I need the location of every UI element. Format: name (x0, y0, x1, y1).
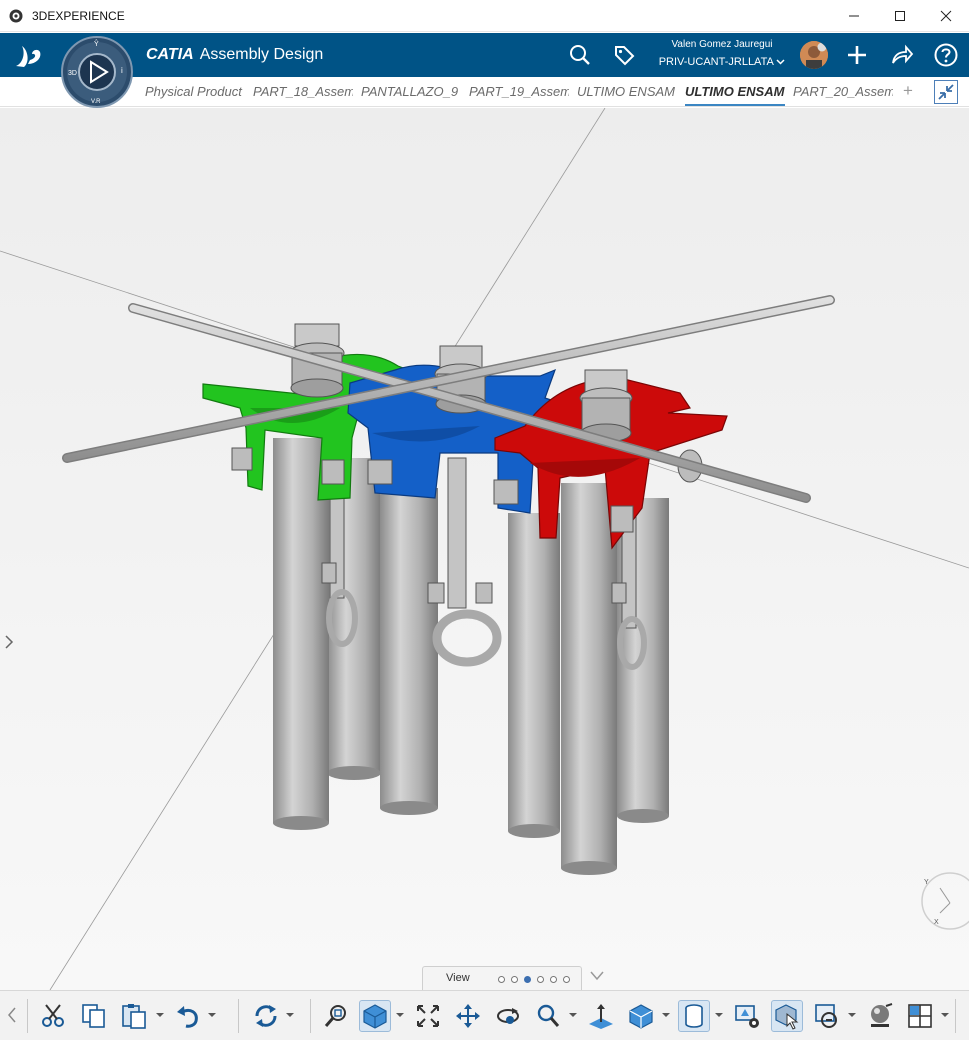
separator (955, 999, 956, 1033)
pan-icon[interactable] (452, 1000, 484, 1032)
section-dot-1[interactable] (498, 976, 505, 983)
compass-top-label: Ŷ (94, 39, 99, 48)
chevron-left-icon[interactable] (6, 1005, 18, 1025)
tab-part-19[interactable]: PART_19_Assem (469, 77, 569, 107)
zoom-icon[interactable] (532, 1000, 564, 1032)
window-title: 3DEXPERIENCE (32, 9, 125, 23)
chevron-down-icon[interactable] (662, 1011, 670, 1019)
help-icon[interactable] (932, 41, 960, 69)
minimize-button[interactable] (831, 0, 877, 32)
chevron-down-icon[interactable] (590, 970, 604, 982)
avatar[interactable] (800, 41, 828, 69)
view-section-selector[interactable]: View (422, 966, 582, 990)
assembly-model[interactable]: Y X (0, 108, 969, 990)
app-brand: CATIA (146, 46, 194, 63)
undo-icon[interactable] (172, 1000, 204, 1032)
material-icon[interactable] (864, 1000, 896, 1032)
compass-bottom-label: V.R (91, 99, 101, 105)
zoom-area-icon[interactable] (320, 1000, 352, 1032)
rotate-icon[interactable] (492, 1000, 524, 1032)
section-dot-5[interactable] (550, 976, 557, 983)
chevron-right-icon[interactable] (3, 632, 15, 652)
axis-y-label: Y (924, 879, 929, 886)
chevron-down-icon[interactable] (941, 1011, 949, 1019)
tab-bar: Physical Product PART_18_Assem PANTALLAZ… (0, 77, 969, 107)
tag-icon[interactable] (610, 41, 638, 69)
compass-3d-label: 3D (68, 70, 77, 77)
collapse-icon[interactable] (934, 80, 958, 104)
window-titlebar: 3DEXPERIENCE (0, 0, 969, 32)
axis-x-label: X (934, 919, 939, 926)
tab-pantallazo-9[interactable]: PANTALLAZO_9 (361, 77, 461, 107)
chevron-down-icon[interactable] (286, 1011, 294, 1019)
app-title: CATIA Assembly Design (146, 46, 323, 64)
tab-ultimo-ensam-active[interactable]: ULTIMO ENSAM (685, 77, 785, 107)
chevron-down-icon[interactable] (208, 1011, 216, 1019)
tenant-selector[interactable]: PRIV-UCANT-JRLLATA (652, 55, 792, 69)
split-view-icon[interactable] (904, 1000, 936, 1032)
section-icon[interactable] (811, 1000, 843, 1032)
copy-icon[interactable] (78, 1000, 110, 1032)
app-header: CATIA Assembly Design Valen Gomez Jauregu… (0, 33, 969, 77)
section-dot-3[interactable] (524, 976, 531, 983)
chevron-down-icon[interactable] (569, 1011, 577, 1019)
cut-icon[interactable] (37, 1000, 69, 1032)
share-icon[interactable] (888, 41, 916, 69)
separator (238, 999, 239, 1033)
compass-right-label: i (121, 66, 123, 75)
select-3d-icon[interactable] (771, 1000, 803, 1032)
paste-icon[interactable] (118, 1000, 150, 1032)
app-icon (9, 9, 23, 23)
tab-physical-product[interactable]: Physical Product (145, 77, 245, 107)
3d-viewport[interactable]: Y X (0, 108, 969, 990)
chevron-down-icon[interactable] (715, 1011, 723, 1019)
tab-part-18[interactable]: PART_18_Assem (253, 77, 353, 107)
app-name: Assembly Design (199, 46, 324, 63)
axis-compass[interactable]: Y X (921, 872, 969, 930)
add-icon[interactable] (843, 41, 871, 69)
view-mode-icon[interactable] (359, 1000, 391, 1032)
render-settings-icon[interactable] (731, 1000, 763, 1032)
search-icon[interactable] (566, 41, 594, 69)
separator (27, 999, 28, 1033)
normal-view-icon[interactable] (585, 1000, 617, 1032)
shading-icon[interactable] (625, 1000, 657, 1032)
tab-part-20[interactable]: PART_20_Assem (793, 77, 893, 107)
section-dot-4[interactable] (537, 976, 544, 983)
maximize-button[interactable] (877, 0, 923, 32)
chevron-down-icon[interactable] (396, 1011, 404, 1019)
fit-all-icon[interactable] (412, 1000, 444, 1032)
view-section-label: View (446, 972, 470, 984)
tab-ultimo-ensam-1[interactable]: ULTIMO ENSAM (577, 77, 677, 107)
add-tab-button[interactable]: + (903, 81, 913, 101)
compass-widget[interactable]: 3D Ŷ i V.R (60, 36, 134, 108)
user-block[interactable]: Valen Gomez Jauregui PRIV-UCANT-JRLLATA (652, 39, 792, 69)
tenant-name: PRIV-UCANT-JRLLATA (658, 56, 774, 68)
section-dot-2[interactable] (511, 976, 518, 983)
user-name: Valen Gomez Jauregui (671, 39, 773, 50)
section-dot-6[interactable] (563, 976, 570, 983)
update-icon[interactable] (250, 1000, 282, 1032)
chevron-down-icon[interactable] (848, 1011, 856, 1019)
separator (310, 999, 311, 1033)
action-bar (0, 990, 969, 1040)
chevron-down-icon (776, 59, 785, 65)
chevron-down-icon[interactable] (156, 1011, 164, 1019)
cylinder-icon[interactable] (678, 1000, 710, 1032)
ds-logo-icon (16, 46, 41, 67)
close-button[interactable] (923, 0, 969, 32)
